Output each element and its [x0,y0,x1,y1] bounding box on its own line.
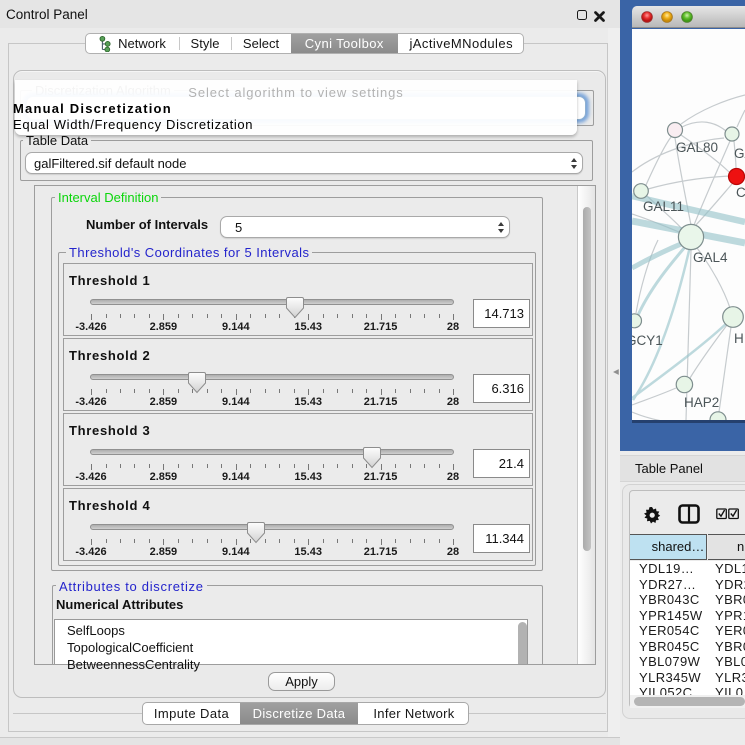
svg-text:GAL80: GAL80 [676,140,718,155]
svg-text:GA: GA [734,146,745,161]
svg-text:H: H [734,331,744,346]
svg-text:GAL11: GAL11 [643,199,684,214]
svg-text:C: C [736,185,745,200]
svg-text:GAL4: GAL4 [693,250,728,265]
svg-text:HAP2: HAP2 [684,395,719,410]
svg-text:GCY1: GCY1 [632,333,663,348]
